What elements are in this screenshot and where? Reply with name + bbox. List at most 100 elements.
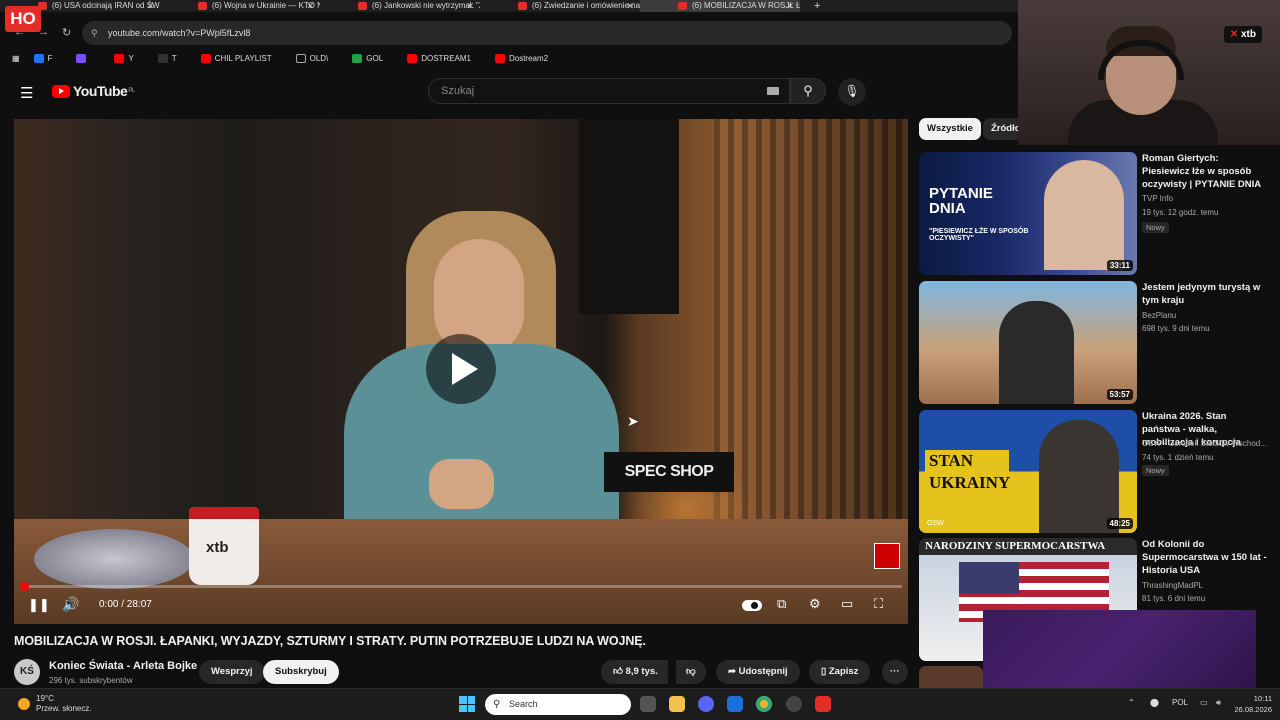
speaker-icon[interactable]: 🔊︎ [1216, 698, 1221, 708]
pause-icon[interactable]: ❚❚ [28, 597, 50, 613]
avatar[interactable]: KŚ [14, 659, 40, 685]
bookmarks-bar: ▦ F Y T CHIL PLAYLIST OLD\ GOL DOSTREAM1… [0, 50, 1020, 66]
mug-brand: xtb [206, 539, 229, 556]
next-thumbnail[interactable] [919, 666, 983, 688]
bookmark[interactable]: GOL [352, 53, 395, 63]
youtube-favicon-icon [198, 2, 207, 10]
bookmark[interactable]: CHIL PLAYLIST [200, 53, 284, 63]
search-input[interactable]: Szukaj [428, 78, 790, 104]
thumbnail-text: PYTANIE DNIA [929, 185, 993, 217]
hamburger-menu-icon[interactable]: ☰ [20, 84, 33, 102]
bookmark[interactable]: DOSTREAM1 [407, 53, 483, 63]
recommendation-title[interactable]: Od Kolonii do Supermocarstwa w 150 lat -… [1142, 538, 1267, 577]
channel-watermark-icon[interactable] [874, 543, 900, 569]
fullscreen-icon[interactable]: ⛶ [874, 596, 883, 612]
channel-name[interactable]: BezPlanu [1142, 311, 1267, 320]
url-field[interactable]: ⚲ youtube.com/watch?v=PWpl5fLzvl8 [82, 21, 1012, 45]
more-actions-button[interactable]: ··· [882, 660, 908, 684]
new-tab-button[interactable]: + [814, 0, 820, 12]
bookmark[interactable] [76, 53, 102, 63]
tab-title: (6) MOBILIZACJA W ROSJI. Ł [692, 1, 800, 10]
settings-gear-icon[interactable]: ⚙ [809, 596, 821, 612]
youtube-logo[interactable]: YouTube PL [52, 83, 135, 99]
system-clock[interactable]: 10:11 26.08.2026 [1234, 693, 1272, 715]
progress-bar[interactable] [20, 582, 902, 591]
bookmark[interactable]: T [157, 53, 189, 63]
channel-name[interactable]: OSW - Ośrodek Studiów Wschod... [1142, 439, 1267, 448]
dislike-button[interactable]: 👎︎ [676, 660, 706, 684]
voice-search-button[interactable]: 🎙 [838, 78, 866, 106]
browser-tab[interactable]: (6) Zwiedzanie i omówienie naj ✕ [480, 0, 640, 12]
browser-tab[interactable]: (6) Jankowski nie wytrzymał. "Z ✕ [320, 0, 480, 12]
network-icon[interactable]: ▭ [1200, 698, 1208, 707]
chrome-icon[interactable] [756, 696, 772, 712]
language-indicator[interactable]: POL [1172, 698, 1188, 707]
subscribe-button[interactable]: Subskrybuj [263, 660, 339, 684]
search-placeholder: Search [509, 699, 538, 709]
reload-icon[interactable]: ↻ [62, 26, 71, 39]
close-icon[interactable]: ✕ [626, 0, 634, 12]
duration-badge: 48:25 [1106, 518, 1133, 529]
channel-name[interactable]: TVP Info [1142, 194, 1267, 203]
app-icon[interactable] [727, 696, 743, 712]
recommendation-item[interactable]: 53:57 Jestem jedynym turystą w tym kraju… [919, 281, 1260, 405]
microphone-icon: 🎙 [844, 84, 860, 98]
bookmark-label: OLD\ [309, 53, 329, 63]
new-badge: Nowy [1142, 465, 1169, 476]
big-play-button[interactable] [426, 334, 496, 404]
tab-title: (6) USA odcinają IRAN od ŚWIA [52, 1, 160, 10]
view-stats: 74 tys. 1 dzień temu [1142, 453, 1214, 462]
thumbs-up-icon: 👍︎ [613, 666, 626, 677]
theater-mode-icon[interactable]: ▭ [841, 596, 853, 612]
discord-icon[interactable] [698, 696, 714, 712]
video-thumbnail[interactable]: 53:57 [919, 281, 1137, 404]
video-thumbnail[interactable]: STAN UKRAINY OSW 48:25 [919, 410, 1137, 533]
close-icon[interactable]: ✕ [786, 0, 794, 12]
browser-tab[interactable]: (6) Wojna w Ukrainie — KTO N ✕ [160, 0, 320, 12]
tray-app-icon[interactable]: ⬤ [1150, 698, 1159, 707]
video-thumbnail[interactable]: PYTANIE DNIA "PIESIEWICZ ŁŻE W SPOSÓB OC… [919, 152, 1137, 275]
spec-shop-sign: SPEC SHOP [604, 452, 734, 492]
close-icon[interactable]: ✕ [146, 0, 154, 12]
close-icon[interactable]: ✕ [306, 0, 314, 12]
obs-icon[interactable] [786, 696, 802, 712]
mouse-cursor-icon: ➤ [627, 413, 639, 429]
scrubber-handle[interactable] [20, 582, 29, 591]
close-icon[interactable]: ✕ [466, 0, 474, 12]
recommendation-item[interactable]: STAN UKRAINY OSW 48:25 Ukraina 2026. Sta… [919, 410, 1267, 534]
search-button[interactable]: ⚲ [790, 78, 826, 104]
save-button[interactable]: ▯ Zapisz [809, 660, 871, 684]
clock-time: 10:11 [1253, 694, 1272, 703]
apps-grid-icon[interactable]: ▦ [12, 54, 20, 63]
bookmark-folder[interactable]: OLD\ [295, 53, 341, 63]
browser-tab-active[interactable]: (6) MOBILIZACJA W ROSJI. Ł ✕ [640, 0, 800, 12]
tray-chevron-icon[interactable]: ⌃ [1128, 698, 1135, 707]
keyboard-icon[interactable] [767, 87, 779, 95]
support-button[interactable]: Wesprzyj [199, 660, 265, 684]
file-explorer-icon[interactable] [669, 696, 685, 712]
windows-start-icon[interactable] [459, 696, 475, 712]
taskbar-search-input[interactable]: ⚲ Search [485, 694, 631, 715]
stream-overlay-panel [983, 610, 1256, 688]
site-info-icon[interactable]: ⚲ [91, 21, 98, 45]
bookmark[interactable]: F [33, 53, 65, 63]
volume-icon[interactable]: 🔊 [62, 596, 79, 613]
app-icon[interactable] [815, 696, 831, 712]
recommendation-item[interactable]: PYTANIE DNIA "PIESIEWICZ ŁŻE W SPOSÓB OC… [919, 152, 1261, 276]
share-button[interactable]: ➦ Udostępnij [716, 660, 800, 684]
recommendation-title[interactable]: Jestem jedynym turystą w tym kraju [1142, 281, 1267, 307]
bookmark[interactable]: Y [114, 53, 145, 63]
task-view-icon[interactable] [640, 696, 656, 712]
chip-all[interactable]: Wszystkie [919, 118, 981, 140]
autoplay-toggle[interactable] [742, 599, 762, 614]
recommendation-title[interactable]: Roman Giertych: Piesiewicz łże w sposób … [1142, 152, 1267, 191]
channel-name[interactable]: ThrashingMadPL [1142, 581, 1267, 590]
search-icon: ⚲ [803, 83, 813, 98]
bookmark[interactable]: Dostream2 [494, 53, 560, 63]
shelf [579, 119, 679, 314]
video-player[interactable]: xtb SPEC SHOP ➤ ❚❚ 🔊 0:00 / 28:07 ⧉ ⚙ ▭ … [14, 119, 908, 624]
like-button[interactable]: 👍︎ 8,9 tys. [601, 660, 668, 684]
weather-widget[interactable]: 19°C Przew. słonecz. [18, 694, 92, 714]
subtitles-icon[interactable]: ⧉ [777, 596, 786, 612]
channel-name[interactable]: Koniec Świata - Arleta Bojke [49, 660, 197, 672]
